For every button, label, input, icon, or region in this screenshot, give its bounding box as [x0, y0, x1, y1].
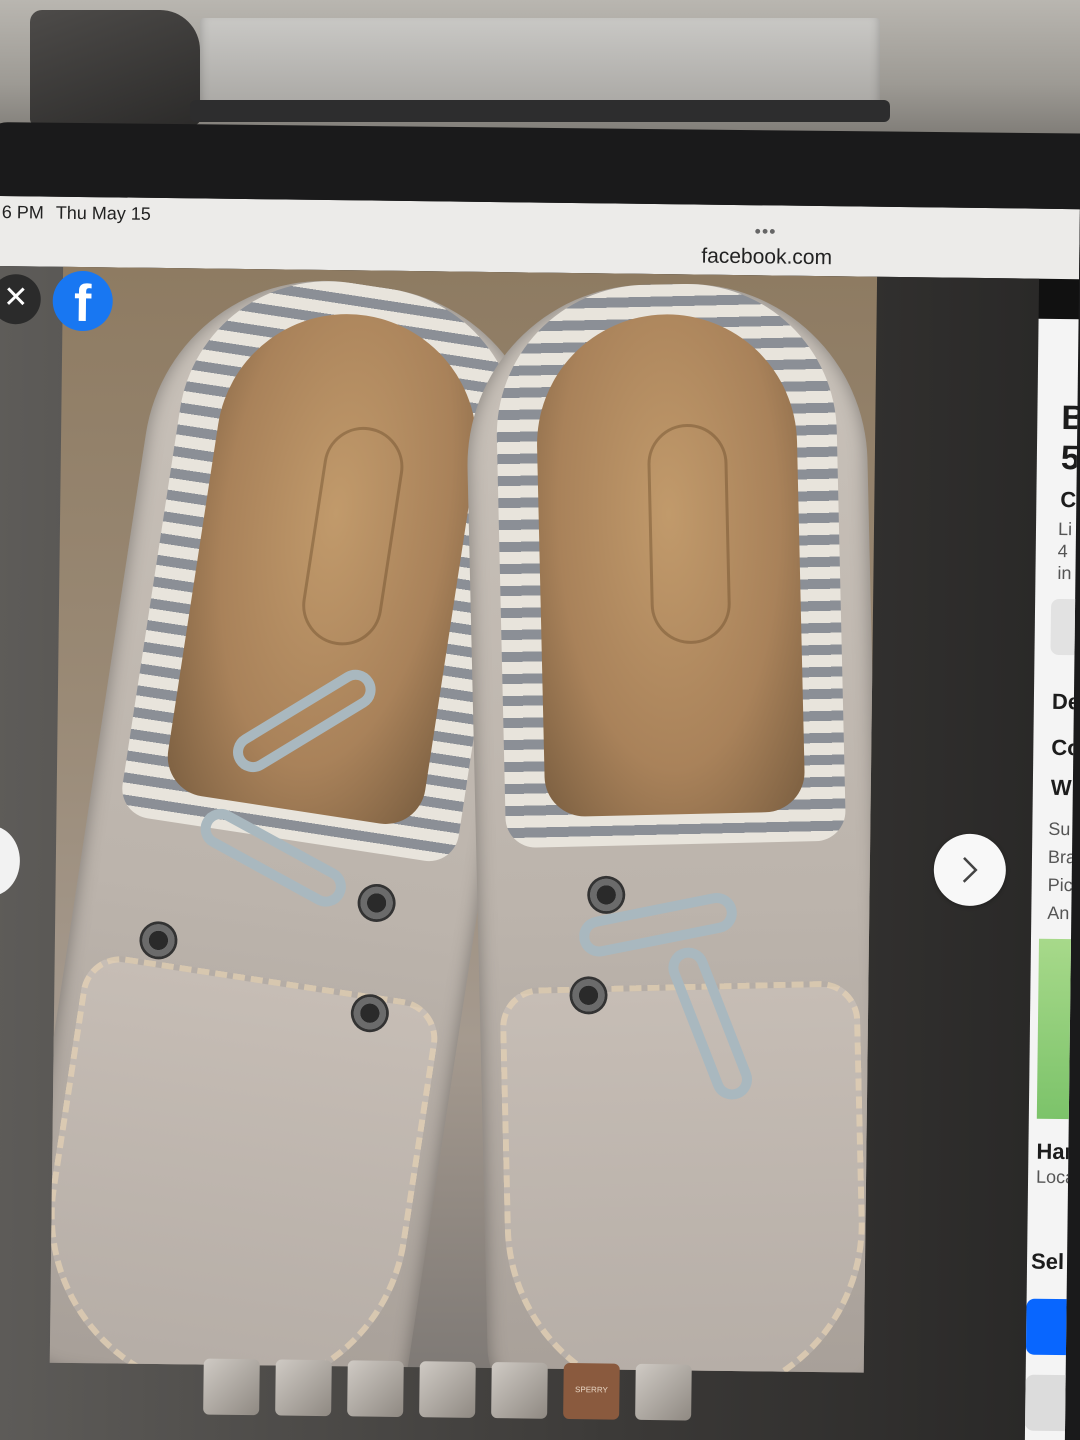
eyelet [354, 881, 399, 925]
thumbnail-brand-label: SPERRY [575, 1385, 608, 1395]
description-line: Su [1048, 818, 1071, 840]
tablet-screen: 6 PM Thu May 15 ••• facebook.com ✕ f SPE… [0, 196, 1080, 1440]
next-photo-button[interactable] [933, 833, 1007, 907]
chevron-right-icon [962, 856, 978, 883]
size-label: W [1050, 774, 1072, 801]
browser-more-dots[interactable]: ••• [754, 221, 777, 242]
product-photo[interactable] [49, 266, 878, 1373]
status-time: 6 PM [1, 202, 44, 223]
close-icon: ✕ [2, 281, 29, 315]
photo-thumbnail[interactable]: SPERRY [563, 1362, 620, 1420]
listing-meta-line: 4 [1057, 540, 1068, 562]
status-date: Thu May 15 [55, 202, 151, 224]
right-shoe [463, 279, 878, 1373]
location-name: Har [1036, 1138, 1074, 1165]
seller-heading: Sel [1030, 1248, 1065, 1275]
eyelet [586, 875, 626, 915]
listing-condition: C [1060, 486, 1077, 513]
photo-thumbnail[interactable] [491, 1362, 548, 1419]
background-room [0, 0, 1080, 140]
description-line: An [1047, 902, 1070, 924]
photo-thumbnail[interactable] [203, 1358, 260, 1416]
photo-thumbnail[interactable] [635, 1363, 692, 1421]
listing-meta-line: Li [1057, 518, 1073, 540]
photo-thumbnail[interactable] [347, 1360, 404, 1418]
address-bar-url[interactable]: facebook.com [701, 245, 832, 271]
background-box-edge [190, 100, 890, 122]
right-insole-brand-stamp [646, 423, 732, 645]
photo-viewer: ✕ f SPERRY [0, 265, 1040, 1440]
photo-thumbnail[interactable] [419, 1361, 476, 1418]
photo-thumbnail-strip: SPERRY [203, 1358, 692, 1425]
photo-thumbnail[interactable] [275, 1359, 332, 1417]
facebook-logo-letter: f [73, 274, 92, 334]
close-viewer-button[interactable]: ✕ [0, 273, 42, 325]
listing-title-line: B [1061, 398, 1080, 438]
left-insole-brand-stamp [296, 421, 409, 651]
previous-photo-button[interactable] [0, 825, 21, 897]
eyelet [136, 918, 181, 963]
background-chair [30, 10, 200, 125]
right-shoe-vamp [499, 980, 869, 1373]
browser-status-bar: 6 PM Thu May 15 ••• facebook.com [0, 196, 1080, 280]
listing-meta-line: in [1057, 562, 1072, 584]
right-shoe-insole [534, 311, 806, 818]
description-line: Bra [1047, 846, 1077, 868]
description-line: Pic [1047, 874, 1073, 896]
